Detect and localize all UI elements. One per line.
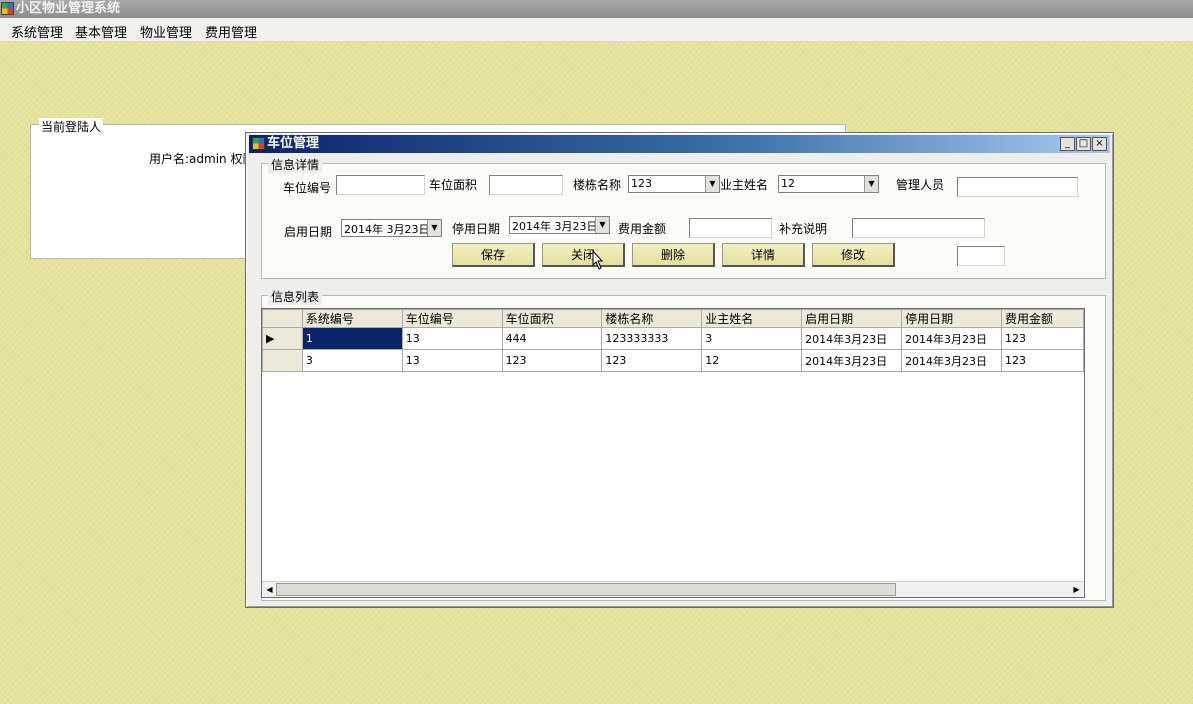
table-cell[interactable]: 13 xyxy=(401,349,503,372)
column-header[interactable]: 车位编号 xyxy=(401,309,503,328)
grid-corner xyxy=(262,309,303,328)
dialog-icon xyxy=(252,137,265,150)
start-date-label: 启用日期 xyxy=(284,225,333,239)
table-cell[interactable]: 444 xyxy=(501,327,603,350)
table-row[interactable]: ▶ 1 13 444 123333333 3 2014年3月23日 2014年3… xyxy=(262,327,1084,350)
close-button[interactable]: 关闭 xyxy=(542,243,625,267)
end-date-picker[interactable]: 2014年 3月23日 ▼ xyxy=(509,216,610,234)
dialog-title-bar[interactable]: 车位管理 xyxy=(249,135,1110,153)
scroll-right-icon[interactable]: ▶ xyxy=(1070,583,1083,596)
table-cell[interactable]: 2014年3月23日 xyxy=(901,327,1003,350)
data-table: 系统编号 车位编号 车位面积 楼栋名称 业主姓名 启用日期 停用日期 费用金额 … xyxy=(262,309,1084,372)
column-header[interactable]: 启用日期 xyxy=(801,309,903,328)
owner-label: 业主姓名 xyxy=(720,178,769,192)
chevron-down-icon: ▼ xyxy=(864,176,878,192)
column-header[interactable]: 业主姓名 xyxy=(701,309,803,328)
extra-input[interactable] xyxy=(957,246,1005,266)
chevron-down-icon: ▼ xyxy=(427,220,441,236)
dialog-title: 车位管理 xyxy=(267,136,320,151)
remarks-label: 补充说明 xyxy=(779,222,828,236)
space-no-input[interactable] xyxy=(336,175,425,195)
table-cell[interactable]: 123 xyxy=(501,349,603,372)
list-legend: 信息列表 xyxy=(268,288,323,305)
chevron-down-icon: ▼ xyxy=(595,217,609,233)
building-select[interactable]: 123 ▼ xyxy=(628,175,720,193)
detail-button[interactable]: 详情 xyxy=(722,243,805,267)
owner-select[interactable]: 12 ▼ xyxy=(778,175,879,193)
table-cell[interactable]: 123333333 xyxy=(601,327,703,350)
menu-basic[interactable]: 基本管理 xyxy=(75,22,127,41)
data-grid[interactable]: 系统编号 车位编号 车位面积 楼栋名称 业主姓名 启用日期 停用日期 费用金额 … xyxy=(261,308,1085,598)
column-header[interactable]: 费用金额 xyxy=(1001,309,1084,328)
table-cell[interactable]: 2014年3月23日 xyxy=(801,327,903,350)
owner-value: 12 xyxy=(781,177,795,190)
minimize-button[interactable]: _ xyxy=(1060,137,1075,151)
save-button[interactable]: 保存 xyxy=(452,243,535,267)
column-header[interactable]: 车位面积 xyxy=(501,309,603,328)
menu-fee[interactable]: 费用管理 xyxy=(205,22,257,41)
menu-bar: 系统管理 基本管理 物业管理 费用管理 xyxy=(0,18,1193,42)
fee-input[interactable] xyxy=(689,218,772,238)
area-label: 车位面积 xyxy=(429,178,478,192)
maximize-button[interactable]: □ xyxy=(1076,137,1091,151)
row-header[interactable] xyxy=(262,349,303,372)
app-title: 小区物业管理系统 xyxy=(16,1,121,16)
end-date-label: 停用日期 xyxy=(452,222,501,236)
details-legend: 信息详情 xyxy=(268,156,323,173)
manager-label: 管理人员 xyxy=(896,178,945,192)
table-cell[interactable]: 123 xyxy=(1001,349,1084,372)
fee-label: 费用金额 xyxy=(618,222,667,236)
app-icon xyxy=(1,2,14,15)
column-header[interactable]: 停用日期 xyxy=(901,309,1003,328)
row-selector-icon[interactable]: ▶ xyxy=(262,327,303,350)
start-date-picker[interactable]: 2014年 3月23日 ▼ xyxy=(341,219,442,237)
scroll-thumb[interactable] xyxy=(276,583,896,596)
table-cell[interactable]: 12 xyxy=(701,349,803,372)
table-row[interactable]: 3 13 123 123 12 2014年3月23日 2014年3月23日 12… xyxy=(262,349,1084,372)
column-header[interactable]: 系统编号 xyxy=(301,309,403,328)
current-user-legend: 当前登陆人 xyxy=(39,118,104,135)
close-window-button[interactable]: × xyxy=(1092,137,1107,151)
table-cell[interactable]: 123 xyxy=(1001,327,1084,350)
area-input[interactable] xyxy=(489,175,563,195)
manager-input[interactable] xyxy=(957,177,1078,197)
table-cell[interactable]: 2014年3月23日 xyxy=(801,349,903,372)
table-cell[interactable]: 13 xyxy=(401,327,503,350)
horizontal-scrollbar[interactable]: ◀ ▶ xyxy=(262,581,1084,597)
edit-button[interactable]: 修改 xyxy=(812,243,895,267)
table-cell[interactable]: 123 xyxy=(601,349,703,372)
current-user-text: 用户名:admin 权限 xyxy=(149,152,255,166)
building-label: 楼栋名称 xyxy=(573,178,622,192)
table-cell[interactable]: 2014年3月23日 xyxy=(901,349,1003,372)
table-cell[interactable]: 1 xyxy=(301,327,403,350)
building-value: 123 xyxy=(631,177,652,190)
table-cell[interactable]: 3 xyxy=(701,327,803,350)
column-header[interactable]: 楼栋名称 xyxy=(601,309,703,328)
chevron-down-icon: ▼ xyxy=(705,176,719,192)
start-date-value: 2014年 3月23日 xyxy=(344,223,430,236)
mouse-cursor-icon xyxy=(592,250,604,270)
parking-dialog: 车位管理 _ □ × 信息详情 车位编号 车位面积 楼栋名称 123 ▼ 业主姓… xyxy=(245,132,1114,608)
app-title-bar: 小区物业管理系统 xyxy=(0,0,1193,18)
menu-property[interactable]: 物业管理 xyxy=(140,22,192,41)
scroll-left-icon[interactable]: ◀ xyxy=(263,583,276,596)
delete-button[interactable]: 删除 xyxy=(632,243,715,267)
menu-system[interactable]: 系统管理 xyxy=(11,22,63,41)
table-cell[interactable]: 3 xyxy=(301,349,403,372)
space-no-label: 车位编号 xyxy=(283,181,332,195)
end-date-value: 2014年 3月23日 xyxy=(512,220,598,233)
remarks-input[interactable] xyxy=(852,218,985,238)
